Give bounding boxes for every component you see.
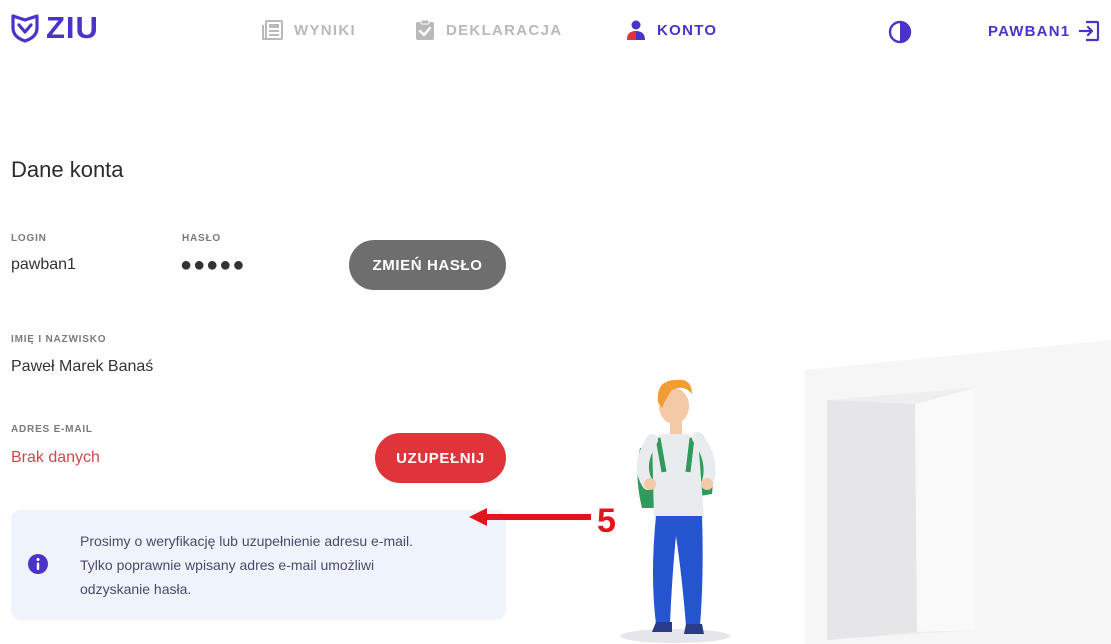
nav-item-deklaracja[interactable]: DEKLARACJA bbox=[414, 18, 562, 42]
nav-label-wyniki: WYNIKI bbox=[294, 21, 356, 39]
info-message: Prosimy o weryfikację lub uzupełnienie a… bbox=[80, 529, 490, 601]
logo[interactable]: ZIU bbox=[10, 8, 99, 48]
email-label: ADRES E-MAIL bbox=[11, 424, 93, 435]
password-value: ●●●●● bbox=[180, 254, 246, 276]
info-line: odzyskanie hasła. bbox=[80, 581, 192, 597]
info-line: Tylko poprawnie wpisany adres e-mail umo… bbox=[80, 557, 375, 573]
info-icon bbox=[28, 554, 48, 574]
user-icon bbox=[627, 20, 645, 40]
fill-email-button[interactable]: UZUPEŁNIJ bbox=[375, 433, 506, 483]
nav-label-konto: KONTO bbox=[657, 21, 718, 39]
contrast-icon[interactable] bbox=[888, 20, 912, 44]
logout-icon[interactable] bbox=[1078, 20, 1100, 42]
nav-label-deklaracja: DEKLARACJA bbox=[446, 21, 563, 39]
shield-logo-icon bbox=[11, 14, 39, 43]
login-label: LOGIN bbox=[11, 233, 47, 244]
name-value: Paweł Marek Banaś bbox=[11, 358, 154, 375]
newspaper-icon bbox=[262, 20, 283, 40]
section-title: Dane konta bbox=[11, 157, 124, 182]
name-label: IMIĘ I NAZWISKO bbox=[11, 334, 107, 345]
nav-item-konto[interactable]: KONTO bbox=[625, 18, 717, 42]
info-line: Prosimy o weryfikację lub uzupełnienie a… bbox=[80, 533, 414, 549]
top-navigation: ZIU WYNIKI DEKLARACJA KONTO PAWBAN1 bbox=[0, 0, 1111, 66]
change-password-button[interactable]: ZMIEŃ HASŁO bbox=[349, 240, 506, 290]
logo-text: ZIU bbox=[46, 10, 99, 45]
email-value: Brak danych bbox=[11, 449, 100, 466]
nav-item-wyniki[interactable]: WYNIKI bbox=[262, 18, 356, 42]
student-illustration bbox=[620, 379, 730, 643]
username: PAWBAN1 bbox=[988, 22, 1071, 40]
login-value: pawban1 bbox=[11, 256, 76, 273]
password-label: HASŁO bbox=[182, 233, 221, 244]
door-illustration bbox=[805, 340, 1111, 644]
clipboard-check-icon bbox=[416, 19, 434, 40]
user-menu[interactable]: PAWBAN1 bbox=[988, 18, 1100, 44]
annotation-arrow-icon bbox=[469, 508, 591, 526]
